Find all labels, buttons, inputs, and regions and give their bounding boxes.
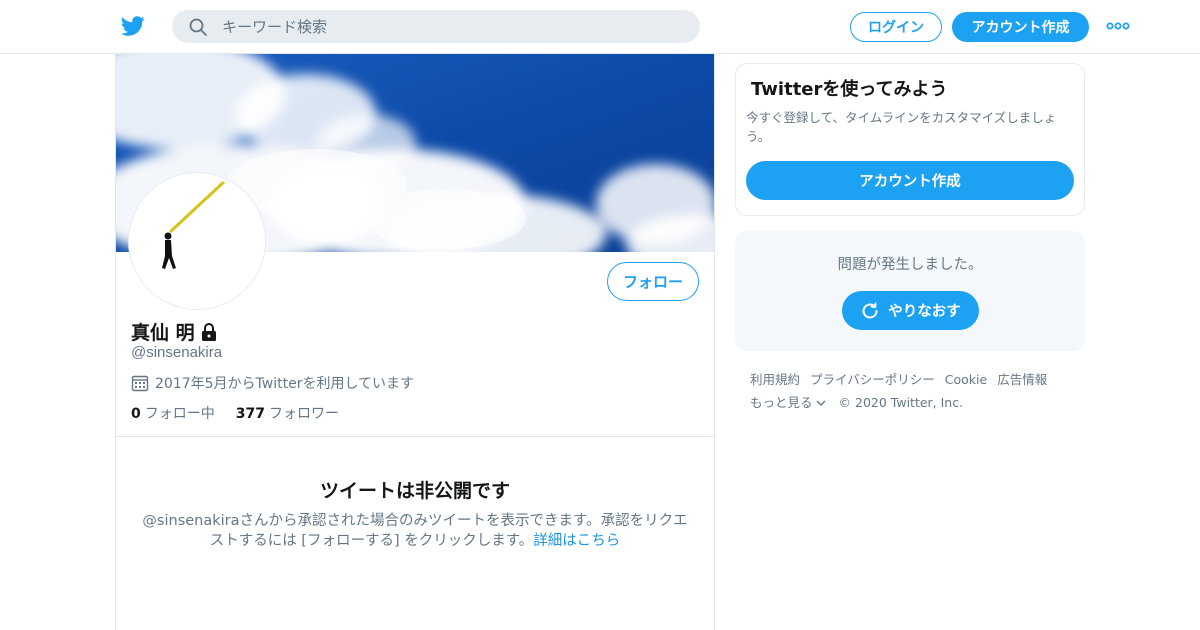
lock-icon: [201, 322, 216, 341]
profile-column: フォロー 真仙 明 @sinsenakira 2017年5月からTwitterを…: [115, 54, 715, 630]
signup-button[interactable]: アカウント作成: [952, 12, 1089, 42]
follow-stats: 0 フォロー中 377 フォロワー: [131, 403, 360, 423]
following-count: 0: [131, 406, 141, 422]
footer-copyright: © 2020 Twitter, Inc.: [838, 395, 964, 410]
profile-display-name: 真仙 明: [131, 318, 219, 345]
error-message: 問題が発生しました。: [837, 257, 983, 273]
footer-link-ads[interactable]: 広告情報: [997, 368, 1047, 391]
follow-button[interactable]: フォロー: [607, 262, 699, 301]
display-name-text: 真仙 明: [131, 322, 195, 344]
following-stat[interactable]: 0 フォロー中: [131, 403, 215, 423]
footer-link-cookie[interactable]: Cookie: [945, 368, 987, 391]
signup-card-description: 今すぐ登録して、タイムラインをカスタマイズしましょう。: [746, 110, 1057, 144]
followers-label: フォロワー: [268, 406, 339, 422]
join-date-text: 2017年5月からTwitterを利用しています: [155, 376, 415, 392]
chevron-down-icon[interactable]: [815, 397, 827, 409]
section-divider: [116, 436, 714, 437]
signup-card: Twitterを使ってみよう 今すぐ登録して、タイムラインをカスタマイズしましょ…: [735, 63, 1085, 216]
following-label: フォロー中: [144, 406, 215, 422]
protected-tweets-title: ツイートは非公開です: [319, 480, 510, 502]
refresh-icon: [862, 302, 878, 318]
top-navigation-bar: ログイン アカウント作成: [0, 0, 1200, 54]
protected-tweets-description: @sinsenakiraさんから承認された場合のみツイートを表示できます。承認を…: [136, 511, 694, 551]
footer-more-link[interactable]: もっと見る: [750, 391, 813, 414]
calendar-icon: [131, 375, 149, 392]
signup-card-button[interactable]: アカウント作成: [746, 161, 1074, 200]
search-input[interactable]: [222, 10, 682, 43]
avatar-illustration: [132, 176, 262, 306]
learn-more-link[interactable]: 詳細はこちら: [533, 533, 620, 549]
search-icon: [189, 18, 207, 36]
error-card: 問題が発生しました。 やりなおす: [735, 231, 1085, 351]
twitter-bird-icon[interactable]: [120, 14, 146, 38]
retry-label: やりなおす: [888, 304, 961, 320]
followers-count: 377: [235, 406, 265, 422]
join-date: 2017年5月からTwitterを利用しています: [131, 373, 414, 393]
sidebar-footer: 利用規約 プライバシーポリシー Cookie 広告情報 もっと見る © 2020…: [750, 368, 1080, 414]
profile-avatar[interactable]: [129, 173, 265, 309]
signup-card-title: Twitterを使ってみよう: [751, 79, 948, 100]
followers-stat[interactable]: 377 フォロワー: [236, 403, 339, 423]
search-box[interactable]: [172, 10, 700, 43]
login-button[interactable]: ログイン: [850, 12, 942, 42]
profile-handle: @sinsenakira: [131, 344, 223, 361]
retry-button[interactable]: やりなおす: [842, 291, 979, 330]
more-dots-icon[interactable]: [1106, 19, 1130, 33]
footer-link-terms[interactable]: 利用規約: [750, 368, 800, 391]
footer-link-privacy[interactable]: プライバシーポリシー: [810, 368, 935, 391]
